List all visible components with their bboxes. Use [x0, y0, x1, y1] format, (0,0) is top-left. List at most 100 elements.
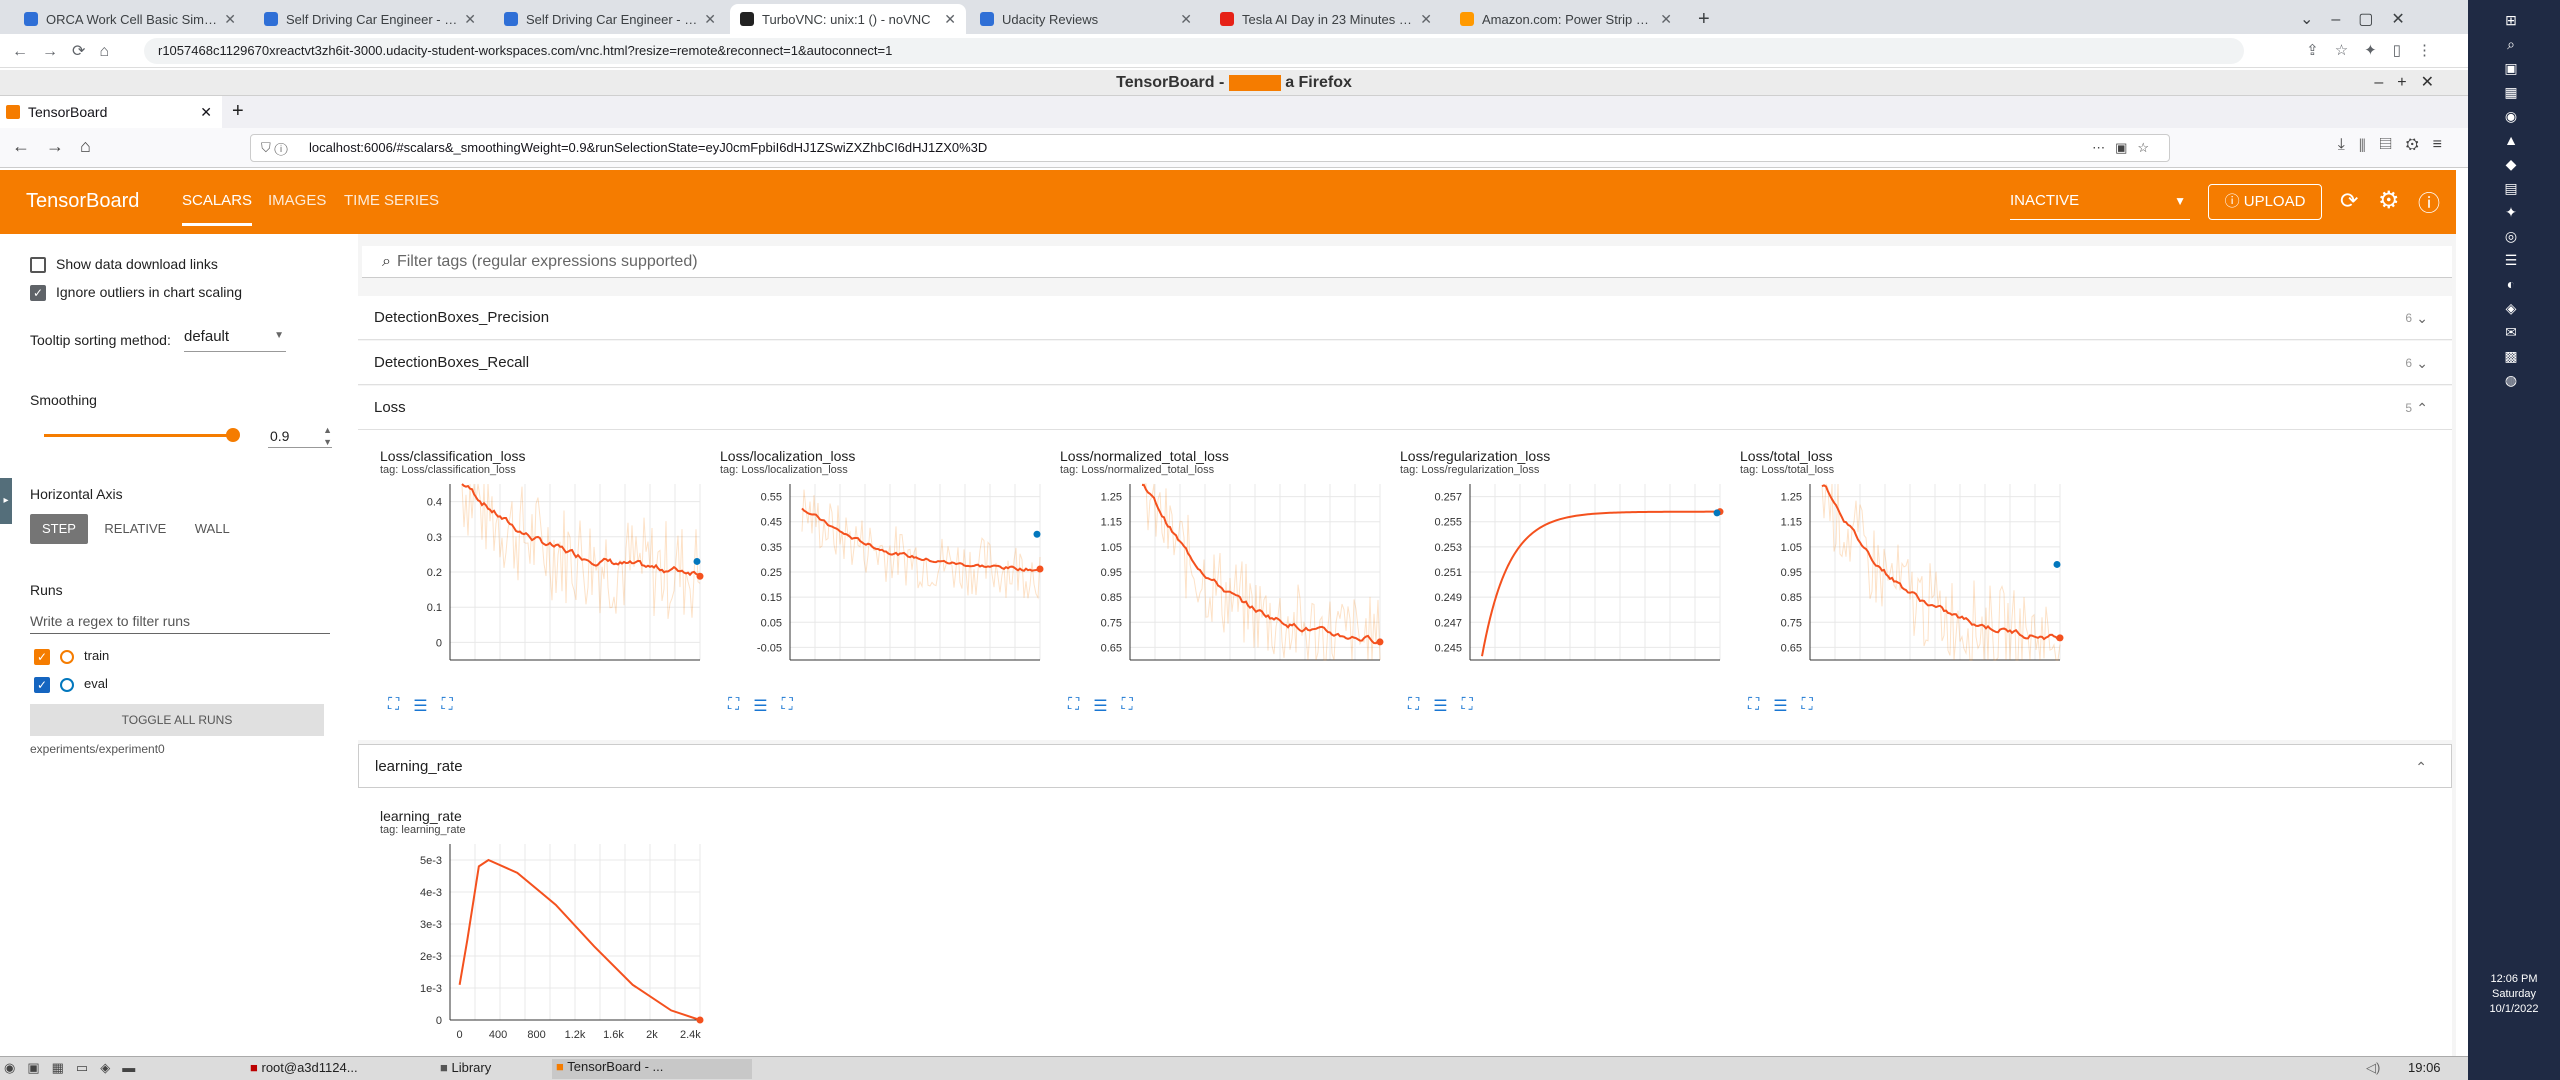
data-table-icon[interactable]: ☰	[1433, 696, 1447, 716]
volume-icon[interactable]: ◁)	[2366, 1060, 2380, 1076]
taskbar-app-icons[interactable]: ⊞ ⌕ ▣ ▦ ◉ ▲ ◆ ▤ ✦ ◎ ☰ ◐ ◈ ✉ ▩ ◍	[2498, 8, 2524, 392]
chrome-tab[interactable]: Self Driving Car Engineer - Udac ✕	[254, 4, 486, 34]
download-links-option[interactable]: Show data download links	[30, 256, 218, 274]
checkbox-checked[interactable]: ✓	[34, 648, 50, 665]
close-icon[interactable]: ✕	[464, 11, 476, 28]
close-icon[interactable]: ✕	[1660, 11, 1672, 28]
chrome-tab[interactable]: Tesla AI Day in 23 Minutes (Supe ✕	[1210, 4, 1442, 34]
taskbar-item-firefox[interactable]: ■ TensorBoard - ...	[552, 1059, 752, 1079]
firefox-window-controls[interactable]: –+✕	[2374, 70, 2448, 96]
fullscreen-icon[interactable]: ⛶	[1068, 696, 1079, 716]
close-icon[interactable]: ✕	[704, 11, 716, 28]
firefox-toolbar-icons[interactable]: ⤓⫴▤⚙≡	[2338, 136, 2456, 154]
fit-domain-icon[interactable]: ⛶	[782, 696, 793, 716]
screen: ORCA Work Cell Basic Simulatio ✕ Self Dri…	[0, 0, 2560, 1080]
chart-plot[interactable]: 0.55 0.45 0.35 0.25 0.15 0.05 -0.05	[720, 476, 1050, 686]
stepper-icon[interactable]: ▲ ▼	[323, 424, 332, 448]
chevron-up-icon[interactable]: ⌃	[2415, 745, 2427, 789]
reload-icon[interactable]: ⟳	[2340, 188, 2358, 214]
group-count: 6	[2405, 311, 2412, 325]
ignore-outliers-option[interactable]: ✓ Ignore outliers in chart scaling	[30, 284, 242, 302]
window-controls[interactable]: ⌄–▢✕	[2290, 4, 2460, 34]
run-row[interactable]: ✓ train	[34, 648, 109, 665]
chrome-tab[interactable]: ORCA Work Cell Basic Simulatio ✕	[14, 4, 246, 34]
fullscreen-icon[interactable]: ⛶	[1748, 696, 1759, 716]
y-tick-label: 1.05	[1781, 542, 1802, 554]
fit-domain-icon[interactable]: ⛶	[1802, 696, 1813, 716]
chevron-down-icon[interactable]: ⌄	[2416, 341, 2428, 385]
tooltip-sorting-select[interactable]: default ▼	[184, 328, 286, 352]
checkbox[interactable]	[30, 256, 46, 273]
system-clock[interactable]: 12:06 PM Saturday 10/1/2022	[2468, 972, 2560, 1017]
checkbox-checked[interactable]: ✓	[30, 284, 46, 301]
fullscreen-icon[interactable]: ⛶	[1408, 696, 1419, 716]
fullscreen-icon[interactable]: ⛶	[728, 696, 739, 716]
taskbar-item-terminal[interactable]: ■ root@a3d1124...	[250, 1060, 358, 1075]
relative-button[interactable]: RELATIVE	[92, 514, 178, 544]
run-color-icon[interactable]	[60, 649, 74, 664]
data-table-icon[interactable]: ☰	[1773, 696, 1787, 716]
tensorboard-logo: TensorBoard	[26, 190, 140, 212]
close-icon[interactable]: ✕	[944, 11, 956, 28]
fit-domain-icon[interactable]: ⛶	[1462, 696, 1473, 716]
wall-button[interactable]: WALL	[183, 514, 242, 544]
group-detection-precision[interactable]: DetectionBoxes_Precision 6 ⌄	[358, 296, 2452, 340]
chart-plot[interactable]: 0.4 0.3 0.2 0.1 0	[380, 476, 710, 686]
nav-arrows-icon[interactable]: ←→⟳⌂	[12, 41, 123, 61]
run-color-icon[interactable]	[60, 677, 74, 692]
sidebar-collapse-handle[interactable]: ▸	[0, 478, 12, 524]
chrome-tab-strip: ORCA Work Cell Basic Simulatio ✕ Self Dri…	[0, 0, 2468, 34]
group-detection-recall[interactable]: DetectionBoxes_Recall 6 ⌄	[358, 341, 2452, 385]
taskbar-launcher-icons[interactable]: ◉▣▦▭◈▬	[4, 1060, 147, 1076]
firefox-tab[interactable]: TensorBoard ✕	[0, 96, 222, 128]
close-icon[interactable]: ✕	[224, 11, 236, 28]
chrome-tab-active[interactable]: TurboVNC: unix:1 () - noVNC ✕	[730, 4, 966, 34]
close-icon[interactable]: ✕	[200, 96, 212, 128]
chrome-tab[interactable]: Amazon.com: Power Strip with 6 ✕	[1450, 4, 1682, 34]
plugin-select[interactable]: INACTIVE ▼	[2010, 182, 2190, 220]
tab-images[interactable]: IMAGES	[268, 192, 326, 209]
new-tab-button[interactable]: +	[232, 100, 244, 123]
fit-domain-icon[interactable]: ⛶	[442, 696, 453, 716]
chrome-extension-icons[interactable]: ⇪☆✦▯⋮	[2306, 41, 2448, 59]
taskbar-item-library[interactable]: ■ Library	[440, 1060, 491, 1075]
chrome-address-bar[interactable]: r1057468c1129670xreactvt3zh6it-3000.udac…	[144, 38, 2244, 64]
data-table-icon[interactable]: ☰	[1093, 696, 1107, 716]
chrome-tab[interactable]: Udacity Reviews ✕	[970, 4, 1202, 34]
data-table-icon[interactable]: ☰	[413, 696, 427, 716]
new-tab-button[interactable]: +	[1688, 4, 1718, 34]
group-learning-rate[interactable]: learning_rate ⌃	[358, 744, 2452, 788]
upload-button[interactable]: ⓘ UPLOAD	[2208, 184, 2322, 220]
chart-card: learning_rate tag: learning_rate 5e-3 4e-3 3…	[380, 808, 710, 1075]
smoothing-input[interactable]: 0.9 ▲ ▼	[268, 424, 332, 448]
close-icon[interactable]: ✕	[1420, 11, 1432, 28]
chevron-down-icon[interactable]: ⌄	[2416, 296, 2428, 340]
chart-plot[interactable]: 1.25 1.15 1.05 0.95 0.85 0.75 0.65	[1060, 476, 1390, 686]
runs-label: Runs	[30, 582, 63, 598]
runs-filter-input[interactable]: Write a regex to filter runs	[30, 608, 330, 634]
run-row[interactable]: ✓ eval	[34, 676, 108, 693]
tab-time-series[interactable]: TIME SERIES	[344, 192, 439, 209]
firefox-url-bar[interactable]: ⛉ ⓘ localhost:6006/#scalars&_smoothingWei…	[250, 134, 2170, 162]
group-loss[interactable]: Loss 5 ⌃	[358, 386, 2452, 430]
chart-plot[interactable]: 0.257 0.255 0.253 0.251 0.249 0.247 0.245	[1400, 476, 1730, 686]
smoothing-slider-thumb[interactable]	[226, 428, 240, 442]
tag-filter-input[interactable]: ⌕ Filter tags (regular expressions suppor…	[362, 246, 2452, 278]
data-table-icon[interactable]: ☰	[753, 696, 767, 716]
help-icon[interactable]: ⓘ	[2418, 186, 2440, 218]
chrome-tab[interactable]: Self Driving Car Engineer - Udac ✕	[494, 4, 726, 34]
page-actions-icon[interactable]: ⋯▣☆	[2092, 135, 2159, 161]
toggle-all-runs-button[interactable]: TOGGLE ALL RUNS	[30, 704, 324, 736]
chevron-up-icon[interactable]: ⌃	[2416, 386, 2428, 430]
smoothing-slider-track[interactable]	[44, 434, 238, 437]
firefox-nav-icons[interactable]: ←→⌂	[12, 136, 107, 157]
close-icon[interactable]: ✕	[1180, 11, 1192, 28]
step-button[interactable]: STEP	[30, 514, 88, 544]
fullscreen-icon[interactable]: ⛶	[388, 696, 399, 716]
chart-plot[interactable]: 1.25 1.15 1.05 0.95 0.85 0.75 0.65	[1740, 476, 2070, 686]
fit-domain-icon[interactable]: ⛶	[1122, 696, 1133, 716]
gear-icon[interactable]: ⚙	[2378, 186, 2400, 215]
chart-plot[interactable]: 5e-3 4e-3 3e-3 2e-3 1e-3 0 0 400 800 1.2k 1.6k 2k 2.…	[380, 836, 710, 1046]
checkbox-checked[interactable]: ✓	[34, 676, 50, 693]
tab-scalars[interactable]: SCALARS	[182, 192, 253, 226]
